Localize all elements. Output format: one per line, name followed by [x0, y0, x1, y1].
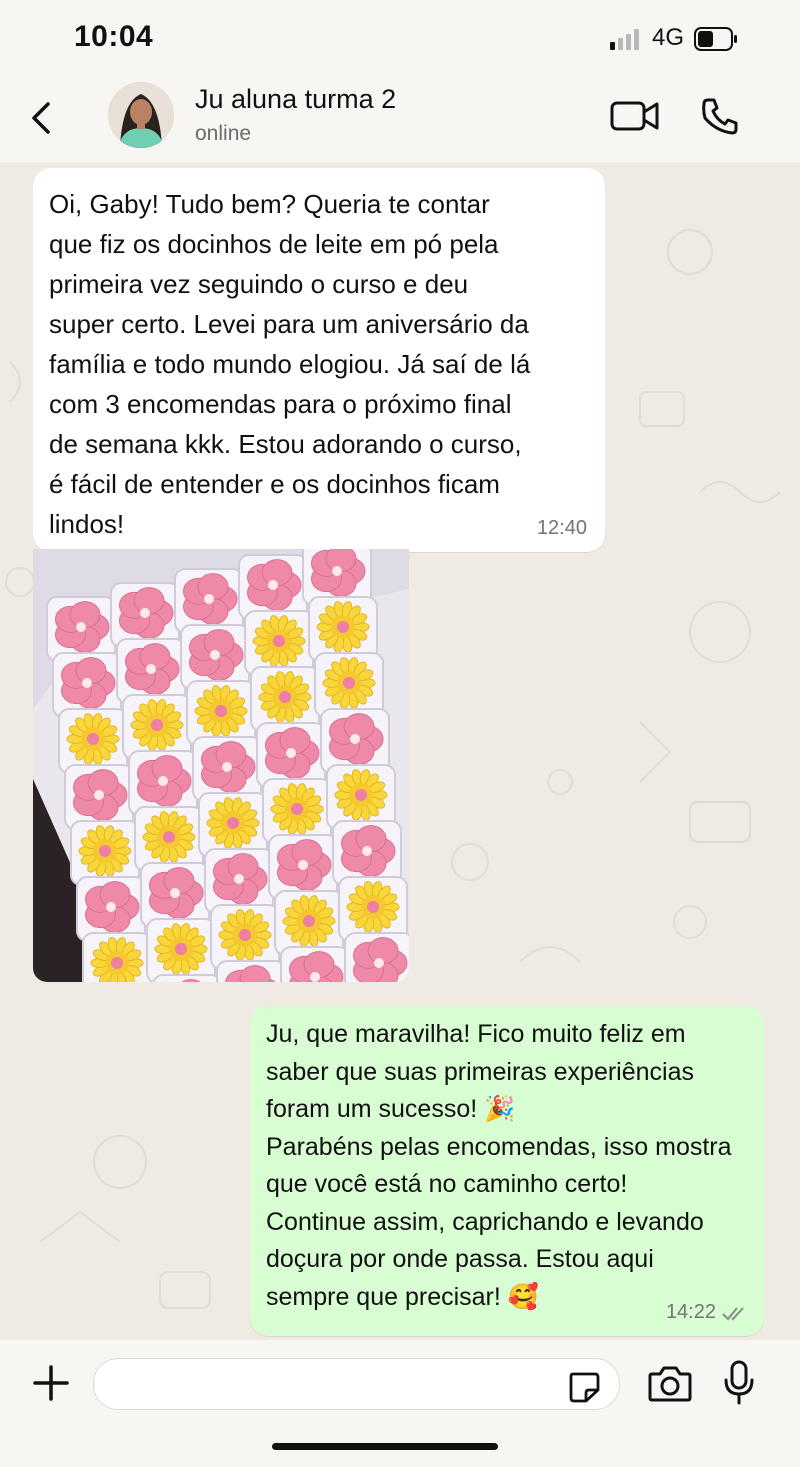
pink-flower-sweet — [280, 946, 350, 982]
chat-area[interactable]: Oi, Gaby! Tudo bem? Queria te contar que… — [0, 162, 800, 1340]
pink-flower-sweet — [128, 750, 198, 816]
pink-flower-sweet — [46, 596, 116, 662]
yellow-daisy-sweet — [274, 890, 344, 956]
signal-icon — [610, 29, 639, 50]
pink-flower-sweet — [216, 960, 286, 982]
sticker-icon[interactable] — [567, 1370, 601, 1404]
yellow-daisy-sweet — [244, 610, 314, 676]
yellow-daisy-sweet — [262, 778, 332, 844]
yellow-daisy-sweet — [250, 666, 320, 732]
pink-flower-sweet — [116, 638, 186, 704]
pink-flower-sweet — [332, 820, 402, 886]
message-input[interactable] — [112, 1359, 556, 1411]
avatar[interactable] — [108, 82, 174, 148]
battery-icon — [694, 27, 737, 51]
contact-status: online — [195, 122, 252, 145]
yellow-daisy-sweet — [308, 596, 378, 662]
video-call-icon[interactable] — [610, 98, 660, 134]
status-time: 10:04 — [74, 20, 154, 53]
pink-flower-sweet — [174, 568, 244, 634]
pink-flower-sweet — [110, 582, 180, 648]
yellow-daisy-sweet — [338, 876, 408, 942]
pink-flower-sweet — [64, 764, 134, 830]
mic-icon[interactable] — [722, 1360, 756, 1406]
pink-flower-sweet — [192, 736, 262, 802]
message-input-wrapper — [93, 1358, 620, 1411]
pink-flower-sweet — [140, 862, 210, 928]
yellow-daisy-sweet — [146, 918, 216, 982]
message-time: 12:40 — [536, 517, 587, 539]
yellow-daisy-sweet — [70, 820, 140, 886]
camera-icon[interactable] — [648, 1364, 692, 1404]
pink-flower-sweet — [344, 932, 409, 982]
pink-flower-sweet — [238, 554, 308, 620]
pink-flower-sweet — [76, 876, 146, 942]
home-indicator — [272, 1443, 498, 1450]
phone-icon[interactable] — [700, 96, 740, 136]
message-meta: 14:22 — [666, 1301, 748, 1324]
yellow-daisy-sweet — [186, 680, 256, 746]
yellow-daisy-sweet — [198, 792, 268, 858]
pink-flower-sweet — [268, 834, 338, 900]
back-icon[interactable] — [28, 98, 58, 138]
yellow-daisy-sweet — [122, 694, 192, 760]
outgoing-message[interactable]: Ju, que maravilha! Fico muito feliz em s… — [250, 1006, 764, 1336]
incoming-message[interactable]: Oi, Gaby! Tudo bem? Queria te contar que… — [33, 168, 605, 552]
yellow-daisy-sweet — [314, 652, 384, 718]
pink-flower-sweet — [180, 624, 250, 690]
yellow-daisy-sweet — [326, 764, 396, 830]
contact-name[interactable]: Ju aluna turma 2 — [195, 84, 396, 115]
pink-flower-sweet — [204, 848, 274, 914]
yellow-daisy-sweet — [58, 708, 128, 774]
status-bar: 10:04 4G — [0, 0, 800, 78]
message-text: Ju, que maravilha! Fico muito feliz em s… — [266, 1020, 732, 1311]
pink-flower-sweet — [320, 708, 390, 774]
plus-icon[interactable] — [32, 1364, 70, 1402]
yellow-daisy-sweet — [210, 904, 280, 970]
yellow-daisy-sweet — [82, 932, 152, 982]
pink-flower-sweet — [256, 722, 326, 788]
read-ticks-icon — [722, 1306, 744, 1320]
network-label: 4G — [652, 24, 685, 51]
yellow-daisy-sweet — [134, 806, 204, 872]
chat-header: Ju aluna turma 2 online — [0, 78, 800, 163]
pink-flower-sweet — [152, 974, 222, 982]
pink-flower-sweet — [52, 652, 122, 718]
incoming-photo[interactable] — [33, 549, 409, 982]
sweets-photo-image — [33, 549, 409, 982]
message-text: Oi, Gaby! Tudo bem? Queria te contar que… — [49, 189, 531, 539]
message-time: 14:22 — [665, 1301, 716, 1323]
